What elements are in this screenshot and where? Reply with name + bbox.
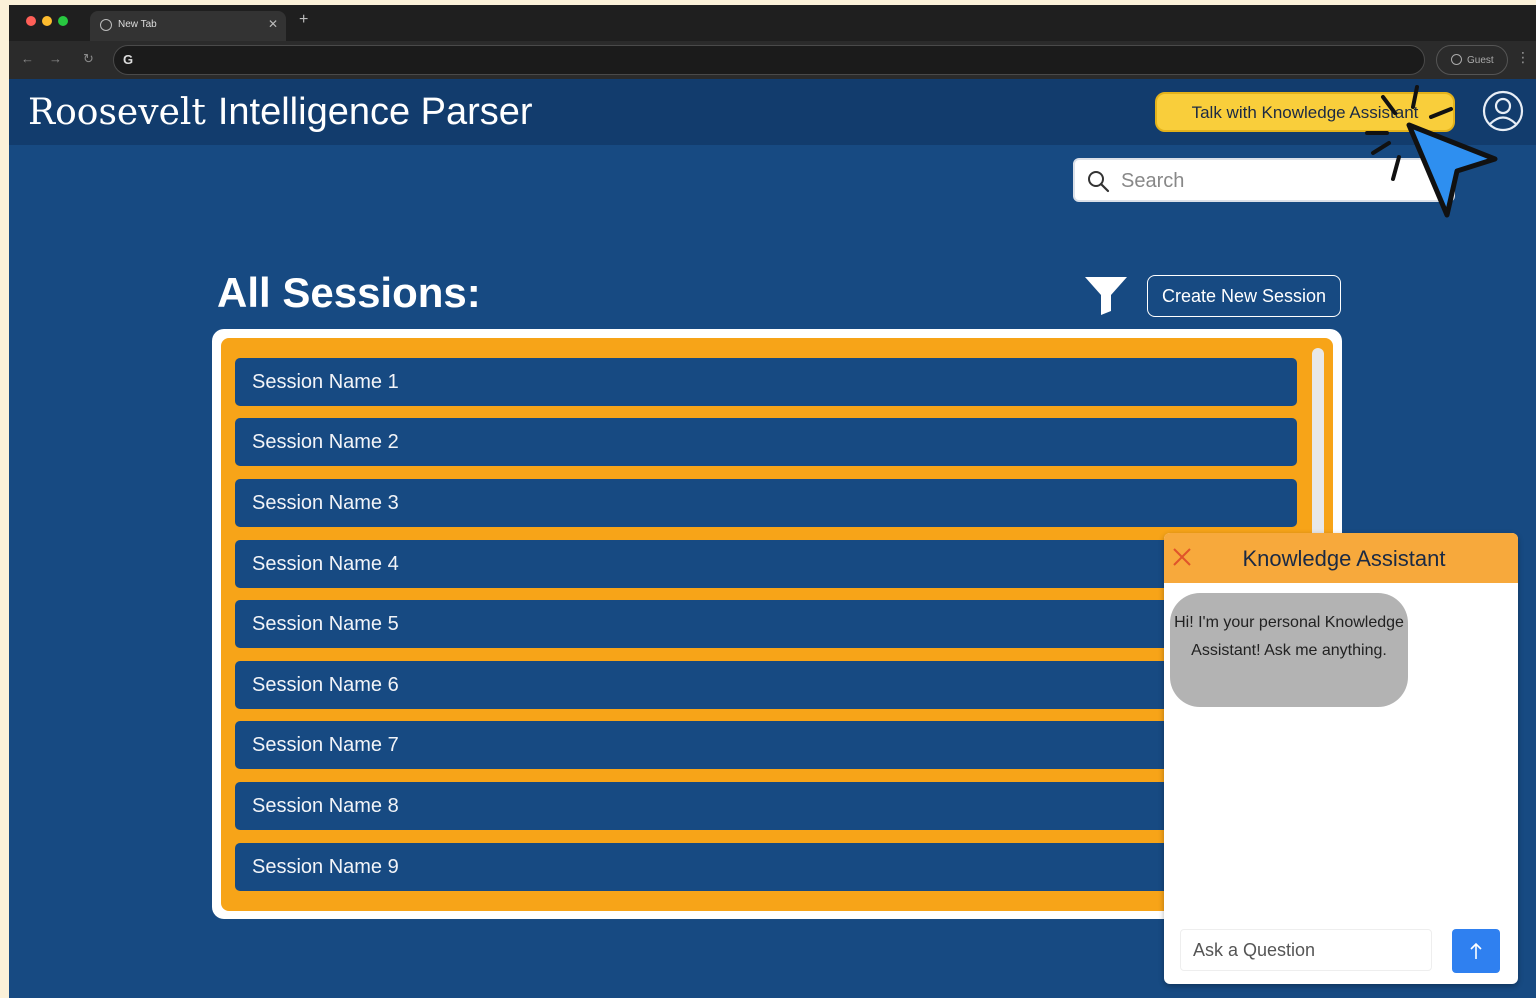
create-new-session-button[interactable]: Create New Session	[1147, 275, 1341, 317]
browser-tab-bar: New Tab ✕ +	[9, 5, 1536, 41]
reload-icon[interactable]: ↻	[83, 51, 94, 67]
close-window-icon[interactable]	[26, 16, 36, 26]
browser-menu-icon[interactable]: ⋮	[1516, 49, 1530, 66]
browser-toolbar: ← → ↻ G Guest ⋮	[9, 41, 1536, 79]
session-row[interactable]: Session Name 2	[235, 418, 1297, 466]
assistant-message-bubble: Hi! I'm your personal Knowledge Assistan…	[1170, 593, 1408, 707]
knowledge-assistant-panel: Knowledge Assistant Hi! I'm your persona…	[1164, 533, 1518, 984]
session-row[interactable]: Session Name 3	[235, 479, 1297, 527]
globe-icon	[100, 19, 112, 31]
filter-icon[interactable]	[1083, 273, 1129, 317]
back-icon[interactable]: ←	[21, 51, 34, 66]
tab-close-icon[interactable]: ✕	[268, 17, 278, 31]
maximize-window-icon[interactable]	[58, 16, 68, 26]
page-title: All Sessions:	[217, 269, 481, 316]
send-button[interactable]	[1452, 929, 1500, 973]
search-icon	[1088, 171, 1110, 193]
brand: Roosevelt Intelligence Parser	[28, 91, 533, 134]
google-icon: G	[123, 52, 134, 67]
profile-icon	[1451, 54, 1462, 65]
session-row[interactable]: Session Name 1	[235, 358, 1297, 406]
app-header: Roosevelt Intelligence Parser Talk with K…	[9, 79, 1536, 145]
minimize-window-icon[interactable]	[42, 16, 52, 26]
guest-profile-button[interactable]: Guest	[1436, 45, 1508, 75]
browser-tab[interactable]: New Tab ✕	[90, 11, 286, 41]
ask-question-input[interactable]	[1180, 929, 1432, 971]
forward-icon[interactable]: →	[49, 51, 62, 66]
new-tab-icon[interactable]: +	[299, 11, 308, 29]
chat-header: Knowledge Assistant	[1164, 533, 1518, 583]
address-bar[interactable]: G	[113, 45, 1425, 75]
session-row[interactable]: Session Name 6	[235, 661, 1297, 709]
session-row[interactable]: Session Name 4	[235, 540, 1297, 588]
session-row[interactable]: Session Name 8	[235, 782, 1297, 830]
roosevelt-logo: Roosevelt	[28, 92, 206, 133]
arrow-up-icon	[1470, 942, 1482, 959]
pointer-cursor-icon	[1365, 85, 1498, 218]
tab-title: New Tab	[118, 19, 157, 30]
session-row[interactable]: Session Name 9	[235, 843, 1297, 891]
app-name: Intelligence Parser	[217, 91, 533, 133]
session-row[interactable]: Session Name 5	[235, 600, 1297, 648]
chat-title: Knowledge Assistant	[1242, 546, 1446, 571]
guest-label: Guest	[1467, 55, 1494, 66]
session-row[interactable]: Session Name 7	[235, 721, 1297, 769]
app-screen: New Tab ✕ + ← → ↻ G Guest ⋮ Roosevelt Int…	[9, 5, 1536, 998]
